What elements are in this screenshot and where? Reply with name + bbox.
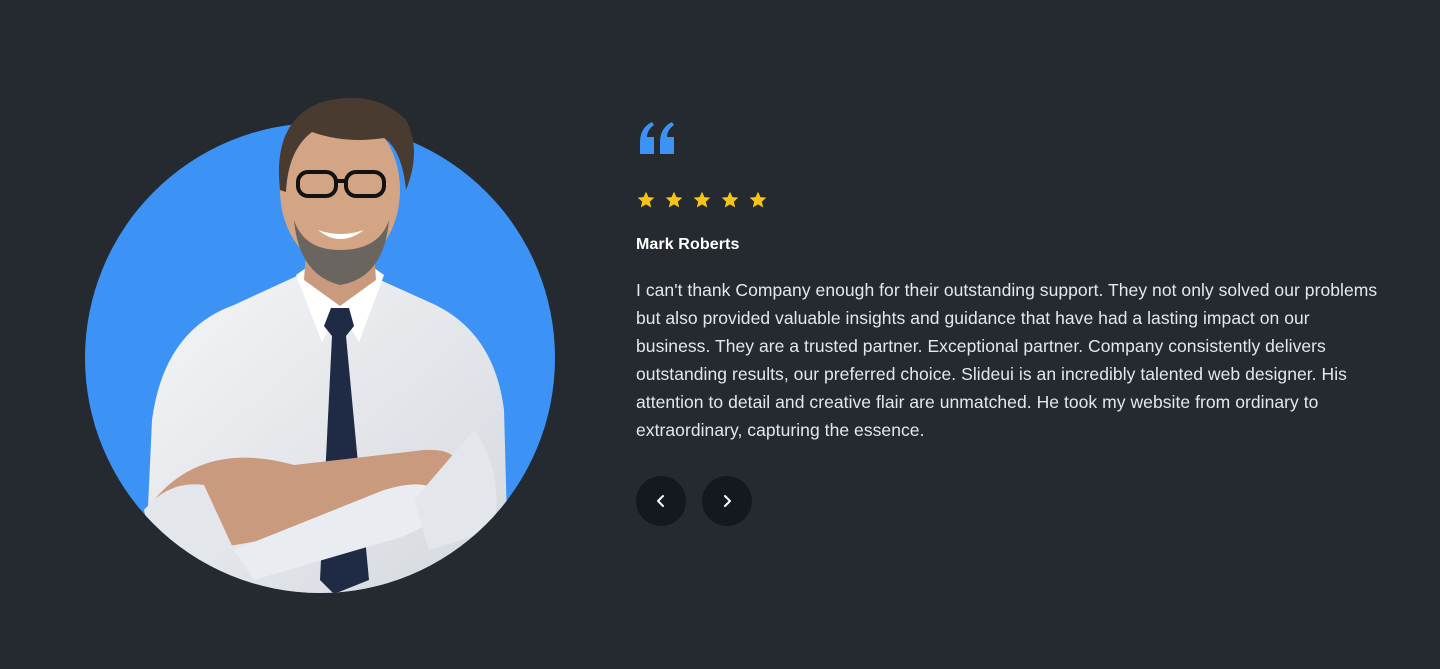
star-icon [637, 191, 655, 208]
star-icon [693, 191, 711, 208]
star-icon [749, 191, 767, 208]
chevron-right-icon [724, 495, 731, 507]
testimonial-navigation [636, 476, 1386, 526]
chevron-left-icon [657, 495, 664, 507]
person-portrait-image [85, 97, 555, 593]
next-button[interactable] [702, 476, 752, 526]
star-icon [665, 191, 683, 208]
rating-stars [636, 190, 1386, 210]
testimonial-photo [84, 80, 556, 594]
testimonial-section: Mark Roberts I can't thank Company enoug… [0, 0, 1440, 669]
testimonial-content: Mark Roberts I can't thank Company enoug… [636, 120, 1386, 526]
star-icon [721, 191, 739, 208]
quote-icon [640, 122, 674, 154]
previous-button[interactable] [636, 476, 686, 526]
reviewer-name: Mark Roberts [636, 236, 740, 253]
testimonial-text: I can't thank Company enough for their o… [636, 280, 1378, 440]
